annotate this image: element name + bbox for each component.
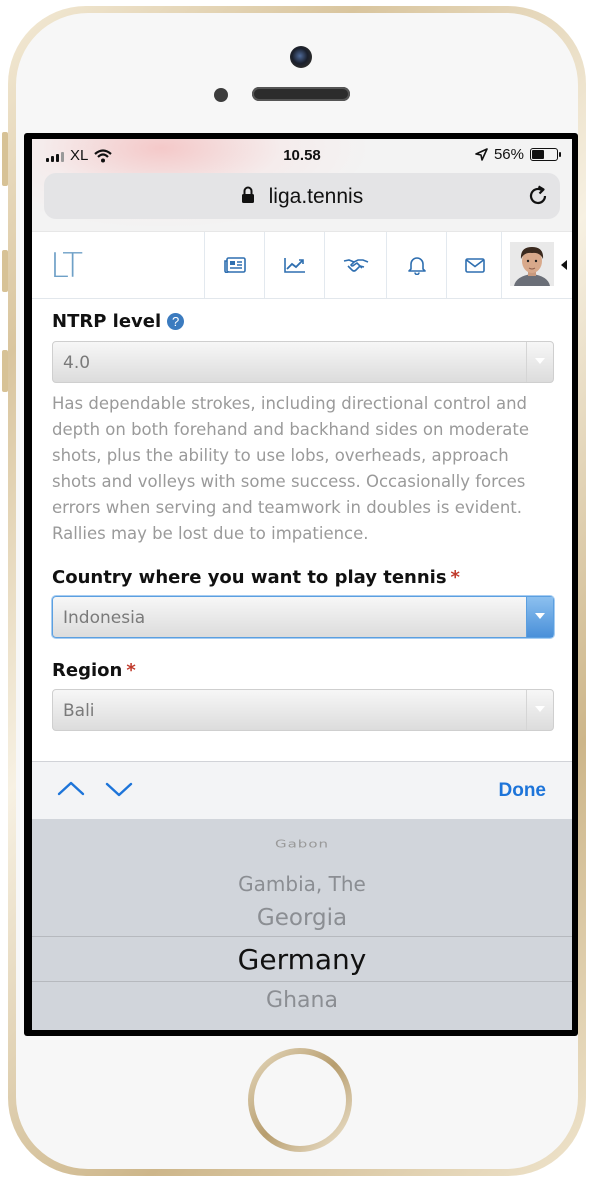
home-button[interactable] (248, 1048, 352, 1152)
avatar (510, 242, 554, 286)
picker-item-selected[interactable]: Germany (32, 943, 572, 976)
region-label: Region (52, 660, 123, 681)
country-value: Indonesia (63, 608, 146, 628)
ntrp-description: Has dependable strokes, including direct… (52, 394, 530, 543)
browser-chrome: XL 10.58 56% liga.tennis (32, 139, 572, 231)
profile-form: NTRP level? 4.0 Has dependable strokes, … (52, 297, 554, 731)
news-icon (224, 257, 246, 273)
required-marker: * (450, 567, 460, 588)
ntrp-label-row: NTRP level? (52, 311, 554, 332)
picker-selection-bottom (32, 981, 572, 982)
ntrp-select[interactable]: 4.0 (52, 341, 554, 383)
lock-icon (241, 186, 254, 203)
proximity-sensor (214, 88, 228, 102)
ntrp-label: NTRP level (52, 311, 162, 332)
nav-stats-button[interactable] (264, 232, 325, 298)
done-button[interactable]: Done (499, 780, 547, 802)
mail-icon (464, 257, 485, 273)
site-header: LT (32, 231, 572, 299)
nav-notifications-button[interactable] (386, 232, 447, 298)
screen-content: XL 10.58 56% liga.tennis LT NTRP level ?… (32, 139, 572, 1030)
front-camera (290, 46, 312, 68)
handshake-icon (343, 259, 369, 272)
picker-item[interactable]: Georgia (32, 905, 572, 931)
country-picker-wheel[interactable]: Gabon Gambia, The Georgia Germany Ghana (32, 819, 572, 1030)
stats-icon (284, 258, 305, 273)
previous-field-button[interactable] (56, 778, 86, 800)
next-field-button[interactable] (104, 778, 134, 800)
region-value: Bali (63, 701, 95, 721)
nav-matches-button[interactable] (324, 232, 387, 298)
mute-switch (2, 132, 8, 186)
ntrp-value: 4.0 (63, 353, 91, 373)
picker-item[interactable]: Gabon (32, 838, 572, 851)
country-label: Country where you want to play tennis (52, 567, 447, 588)
location-arrow-icon (475, 148, 488, 161)
battery-icon (530, 148, 561, 161)
picker-selection-top (32, 936, 572, 937)
volume-down-button (2, 350, 8, 392)
required-marker: * (126, 660, 136, 681)
earpiece-speaker (252, 87, 350, 101)
chevron-down-icon (526, 597, 553, 637)
address-bar[interactable]: liga.tennis (44, 173, 560, 219)
status-bar: XL 10.58 56% (32, 139, 572, 169)
caret-left-icon (561, 260, 567, 270)
country-label-row: Country where you want to play tennis * (52, 567, 554, 588)
country-select[interactable]: Indonesia (52, 596, 554, 638)
site-logo[interactable]: LT (50, 246, 83, 286)
url-text: liga.tennis (268, 185, 364, 208)
nav-messages-button[interactable] (446, 232, 502, 298)
volume-up-button (2, 250, 8, 292)
battery-percent: 56% (493, 146, 524, 163)
picker-item[interactable]: Ghana (32, 988, 572, 1013)
keyboard-accessory-bar: Done (32, 761, 572, 820)
user-avatar-button[interactable] (501, 232, 572, 298)
help-icon[interactable]: ? (167, 313, 185, 330)
region-label-row: Region * (52, 660, 554, 681)
picker-item[interactable]: Gambia, The (32, 872, 572, 896)
screen: XL 10.58 56% liga.tennis LT NTRP level ?… (24, 133, 578, 1036)
reload-icon[interactable] (526, 184, 550, 208)
nav-news-button[interactable] (204, 232, 265, 298)
chevron-down-icon (526, 342, 553, 382)
bell-icon (408, 257, 426, 275)
region-select[interactable]: Bali (52, 689, 554, 731)
chevron-down-icon (526, 690, 553, 730)
